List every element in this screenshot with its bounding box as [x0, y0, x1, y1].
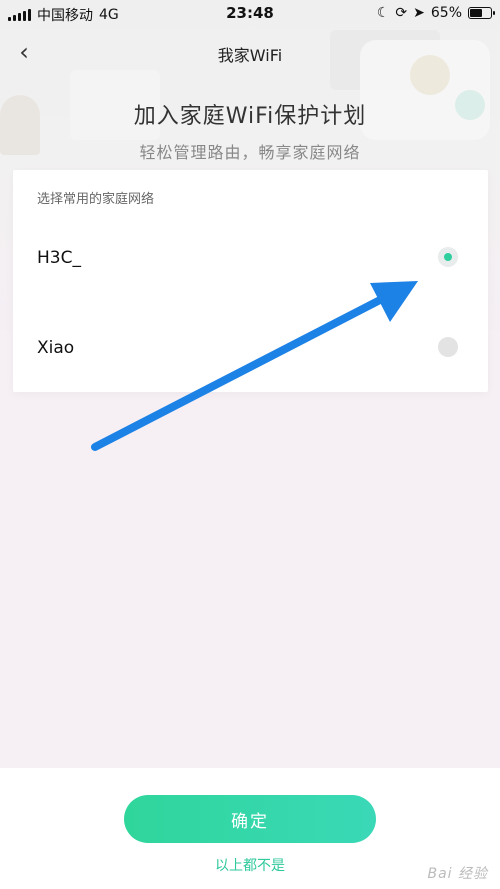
- hero-subtitle: 轻松管理路由，畅享家庭网络: [139, 143, 361, 162]
- battery-fill: [470, 9, 482, 17]
- wifi-name: H3C_: [37, 248, 81, 268]
- radio-unselected[interactable]: [438, 337, 458, 357]
- battery-icon: [468, 7, 495, 19]
- location-arrow-icon: ➤: [413, 5, 425, 21]
- radio-selected[interactable]: [438, 247, 458, 267]
- none-of-above-link[interactable]: 以上都不是: [0, 855, 500, 875]
- hero-title: 加入家庭WiFi保护计划: [133, 104, 367, 129]
- watermark: Bai 经验: [427, 866, 488, 882]
- confirm-button[interactable]: 确定: [124, 795, 376, 843]
- wifi-selection-card: 选择常用的家庭网络 H3C_ Xiao: [13, 170, 488, 392]
- wifi-option-row[interactable]: H3C_: [13, 230, 488, 286]
- battery-percent: 65%: [430, 5, 462, 21]
- status-right: ☾ ⟳ ➤ 65%: [376, 5, 495, 21]
- status-bar: 中国移动 4G 23:48 ☾ ⟳ ➤ 65%: [0, 0, 500, 28]
- wifi-name: Xiao: [37, 338, 75, 358]
- moon-icon: ☾: [376, 5, 390, 21]
- rotation-lock-icon: ⟳: [395, 5, 408, 21]
- wifi-option-row[interactable]: Xiao: [13, 320, 488, 376]
- card-header: 选择常用的家庭网络: [37, 192, 155, 207]
- page-title: 我家WiFi: [217, 46, 283, 65]
